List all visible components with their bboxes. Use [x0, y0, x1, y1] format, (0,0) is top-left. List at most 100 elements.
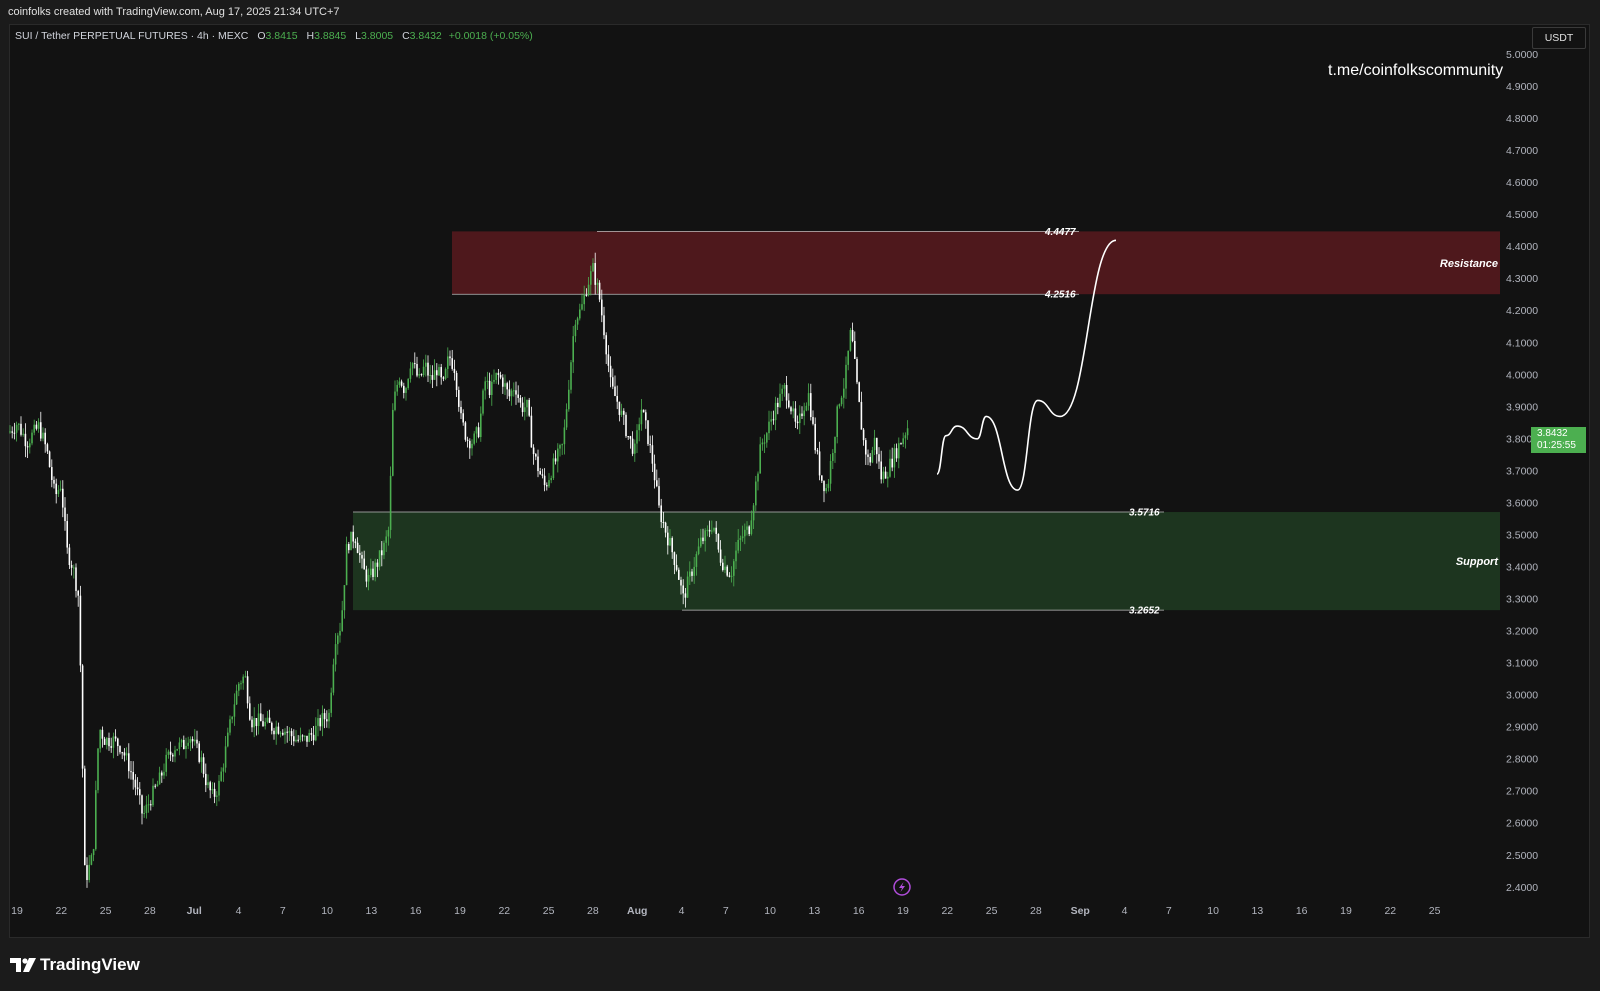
candle-body: [141, 795, 143, 814]
high-value: 3.8845: [314, 30, 347, 42]
candle-body: [502, 377, 504, 387]
candle-body: [592, 263, 594, 272]
candle-body: [840, 397, 843, 405]
candle-body: [125, 753, 128, 756]
candle-body: [638, 424, 640, 431]
candle-body: [469, 440, 471, 449]
candle-body: [59, 488, 62, 491]
candle-body: [295, 739, 297, 742]
candle-body: [387, 529, 390, 537]
candle-body: [871, 450, 874, 463]
x-tick-label: 22: [1384, 905, 1396, 917]
candle-body: [121, 752, 123, 754]
x-tick-label: 28: [587, 905, 599, 917]
candle-body: [697, 546, 700, 555]
candle-body: [629, 436, 632, 439]
candle-body: [552, 458, 555, 479]
x-tick-label: 28: [1030, 905, 1042, 917]
candle-body: [713, 527, 715, 531]
candle-body: [174, 750, 176, 757]
candle-body: [818, 451, 821, 476]
change-value: +0.0018 (+0.05%): [448, 30, 533, 42]
candle-body: [68, 547, 71, 565]
tradingview-logo[interactable]: TradingView: [10, 955, 140, 975]
candle-body: [812, 417, 814, 424]
y-tick-label: 4.2000: [1506, 305, 1538, 317]
low-value: 3.8005: [361, 30, 394, 42]
candle-body: [66, 521, 68, 548]
y-tick-label: 2.9000: [1506, 722, 1538, 734]
candle-body: [631, 438, 634, 454]
candle-body: [455, 372, 458, 391]
candle-body: [576, 318, 579, 325]
candle-body: [620, 410, 623, 415]
candle-body: [546, 485, 548, 487]
candle-body: [508, 389, 511, 397]
candle-body: [480, 413, 482, 438]
tradingview-logo-icon: [10, 958, 36, 972]
candle-body: [53, 479, 55, 484]
candle-body: [374, 562, 376, 577]
candle-body: [616, 396, 618, 402]
candle-body: [20, 423, 22, 435]
candle-body: [539, 471, 541, 475]
zone-resistance: [452, 231, 1500, 295]
footer: TradingView: [0, 938, 1600, 991]
symbol-name[interactable]: SUI / Tether PERPETUAL FUTURES · 4h · ME…: [15, 30, 248, 42]
candle-body: [268, 717, 271, 723]
candle-body: [541, 474, 544, 476]
candle-body: [862, 429, 865, 441]
candle-body: [814, 423, 816, 451]
candle-body: [865, 440, 867, 455]
candle-body: [24, 433, 27, 447]
candle-body: [352, 531, 354, 542]
chart-svg[interactable]: 4.4477 4.2516 Resistance 3.5716 3.2652 Suppor…: [9, 24, 1590, 938]
candle-body: [227, 732, 229, 747]
x-tick-label: Sep: [1071, 905, 1090, 917]
candle-body: [891, 458, 893, 468]
candle-body: [627, 436, 629, 438]
x-tick-label: 4: [236, 905, 242, 917]
candle-body: [92, 849, 95, 856]
candle-body: [759, 444, 761, 474]
lightning-icon[interactable]: [893, 878, 911, 896]
candle-body: [112, 736, 115, 748]
candle-body: [317, 718, 319, 726]
candle-body: [521, 402, 524, 413]
candle-body: [741, 536, 744, 539]
candle-body: [277, 726, 280, 734]
candle-body: [585, 295, 588, 297]
candle-body: [816, 450, 819, 452]
candle-body: [110, 746, 112, 748]
candle-body: [249, 703, 251, 720]
candle-body: [425, 362, 427, 367]
y-tick-label: 4.5000: [1506, 209, 1538, 221]
candle-body: [642, 409, 645, 413]
candle-body: [858, 382, 860, 402]
candle-body: [535, 454, 537, 457]
candle-body: [220, 771, 222, 781]
candle-body: [128, 753, 130, 772]
x-tick-label: 25: [1429, 905, 1441, 917]
candle-body: [33, 424, 35, 433]
currency-button[interactable]: USDT: [1532, 27, 1586, 49]
candle-body: [515, 390, 517, 395]
candle-body: [711, 530, 713, 532]
candle-body: [838, 404, 841, 407]
x-tick-label: 28: [144, 905, 156, 917]
x-tick-label: 19: [454, 905, 466, 917]
candle-body: [832, 452, 834, 461]
candle-body: [893, 448, 896, 468]
candle-body: [708, 529, 711, 532]
candle-body: [854, 341, 856, 359]
candle-body: [211, 788, 214, 791]
candle-body: [792, 408, 794, 412]
candle-body: [774, 402, 777, 421]
candle-body: [565, 409, 568, 428]
candle-body: [715, 527, 717, 534]
candle-body: [667, 532, 669, 546]
x-tick-label: 4: [1122, 905, 1128, 917]
candle-body: [497, 372, 500, 376]
candle-body: [297, 739, 299, 741]
candle-body: [29, 443, 31, 448]
